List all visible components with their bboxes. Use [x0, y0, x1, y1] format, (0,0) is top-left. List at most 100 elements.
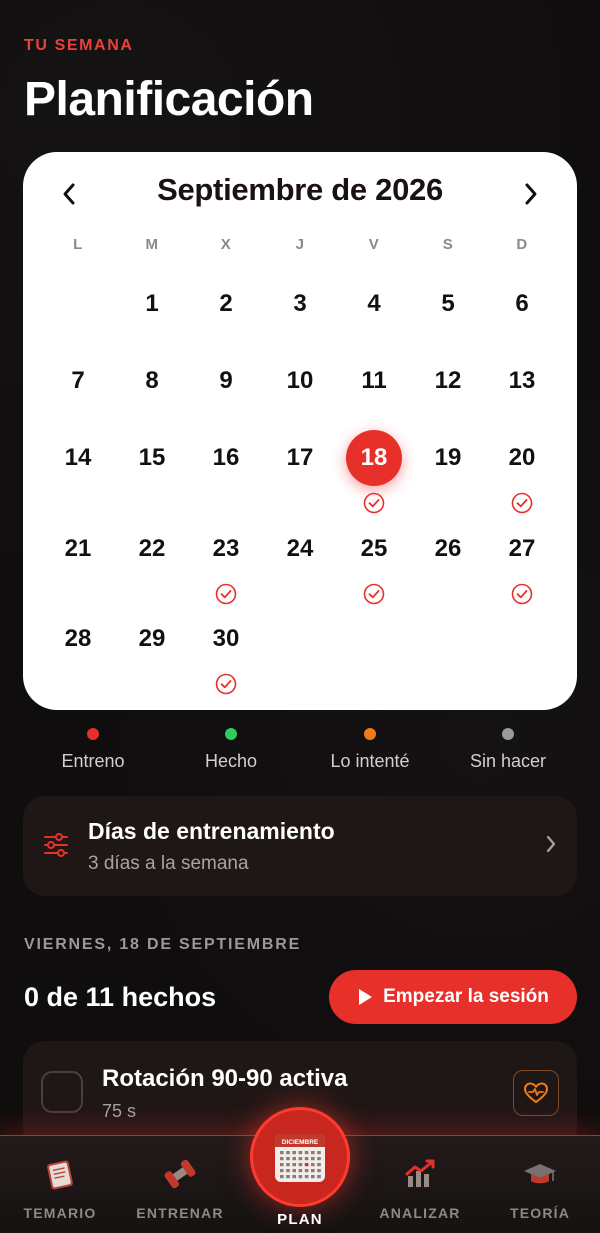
chart-icon [405, 1159, 435, 1187]
start-session-button[interactable]: Empezar la sesión [329, 970, 577, 1024]
exercise-duration: 75 s [102, 1101, 137, 1121]
calendar-day[interactable]: 29 [122, 611, 182, 667]
check-circle-icon [363, 583, 385, 605]
calendar-day[interactable]: 22 [122, 521, 182, 577]
weekday-label: J [295, 236, 305, 253]
calendar-day[interactable]: 15 [122, 430, 182, 486]
calendar-icon-cell [286, 1163, 290, 1167]
calendar-day[interactable]: 1 [122, 276, 182, 332]
calendar-icon-cell [317, 1157, 321, 1161]
day-number: 25 [360, 535, 388, 562]
calendar-icon-cell [292, 1169, 296, 1173]
legend-item: Sin hacer [448, 728, 568, 772]
day-number: 8 [145, 367, 159, 394]
day-number: 20 [508, 444, 536, 471]
calendar-day[interactable]: 6 [492, 276, 552, 332]
check-circle-icon [511, 492, 533, 514]
exercise-checkbox[interactable] [41, 1071, 83, 1113]
calendar-day[interactable]: 2 [196, 276, 256, 332]
day-number: 13 [508, 367, 536, 394]
day-number: 2 [219, 290, 233, 317]
weekday-label: L [73, 236, 83, 253]
calendar-day[interactable]: 4 [344, 276, 404, 332]
calendar-day[interactable]: 5 [418, 276, 478, 332]
calendar-day[interactable]: 23 [196, 521, 256, 577]
nav-item-temario[interactable]: TEMARIO [0, 1136, 120, 1233]
calendar-day-today[interactable]: 18 [344, 430, 404, 486]
check-circle-icon [215, 583, 237, 605]
calendar-icon-cell [304, 1151, 309, 1155]
calendar-day[interactable]: 26 [418, 521, 478, 577]
calendar-day[interactable]: 10 [270, 353, 330, 409]
nav-item-entrenar[interactable]: ENTRENAR [120, 1136, 240, 1233]
day-number: 9 [219, 367, 233, 394]
calendar-day[interactable]: 7 [48, 353, 108, 409]
day-number: 23 [212, 535, 240, 562]
play-icon [359, 989, 373, 1005]
calendar-icon-cell [286, 1157, 290, 1161]
calendar-day[interactable]: 9 [196, 353, 256, 409]
day-number: 1 [145, 290, 159, 317]
calendar-icon-cell [311, 1163, 315, 1167]
calendar-month-label: Septiembre de 2026 [157, 172, 443, 207]
book-icon [47, 1160, 73, 1190]
day-number: 12 [434, 367, 462, 394]
day-number: 6 [515, 290, 529, 317]
calendar-day[interactable]: 20 [492, 430, 552, 486]
day-number: 29 [138, 625, 166, 652]
calendar-day[interactable]: 8 [122, 353, 182, 409]
calendar-icon-cell [311, 1151, 315, 1155]
calendar-icon-cell [292, 1157, 296, 1161]
calendar-day[interactable]: 19 [418, 430, 478, 486]
calendar-icon-cell [292, 1151, 296, 1155]
next-month-button[interactable] [511, 174, 551, 214]
calendar-day[interactable]: 30 [196, 611, 256, 667]
chevron-right-icon [546, 835, 556, 853]
training-days-card[interactable]: Días de entrenamiento 3 días a la semana [23, 796, 577, 896]
calendar-day[interactable]: 17 [270, 430, 330, 486]
nav-item-analizar[interactable]: ANALIZAR [360, 1136, 480, 1233]
calendar-icon-cell [317, 1169, 321, 1173]
weekday-header: LMXJVSD [23, 236, 577, 256]
calendar-icon-cell [311, 1157, 315, 1161]
calendar-day[interactable]: 25 [344, 521, 404, 577]
check-circle-icon [363, 492, 385, 514]
calendar-day[interactable]: 11 [344, 353, 404, 409]
exercise-title: Rotación 90-90 activa [102, 1065, 348, 1092]
nav-item-plan[interactable]: DICIEMBRE [250, 1107, 350, 1207]
legend-item: Entreno [33, 728, 153, 772]
calendar-icon: DICIEMBRE [275, 1134, 325, 1182]
calendar-day[interactable]: 12 [418, 353, 478, 409]
day-number: 14 [64, 444, 92, 471]
day-number: 24 [286, 535, 314, 562]
exercise-health-button[interactable] [513, 1070, 559, 1116]
nav-label: ENTRENAR [136, 1205, 224, 1221]
legend-item: Lo intenté [310, 728, 430, 772]
weekday-label: V [368, 236, 380, 253]
day-number: 5 [441, 290, 455, 317]
session-progress: 0 de 11 hechos [24, 982, 217, 1012]
calendar-icon-cell [304, 1169, 309, 1173]
calendar-icon-cell [280, 1151, 284, 1155]
calendar-day[interactable]: 27 [492, 521, 552, 577]
calendar-icon-cell [292, 1163, 296, 1167]
day-number: 16 [212, 444, 240, 471]
calendar-day[interactable]: 13 [492, 353, 552, 409]
calendar-icon-cell [280, 1175, 284, 1179]
nav-item-teoria[interactable]: TEORÍA [480, 1136, 600, 1233]
calendar-day[interactable]: 14 [48, 430, 108, 486]
calendar-icon-cell [304, 1157, 309, 1161]
calendar-icon-text: DICIEMBRE [282, 1139, 319, 1146]
legend-label: Entreno [61, 751, 125, 771]
calendar-day[interactable]: 28 [48, 611, 108, 667]
calendar-icon-cell [280, 1157, 284, 1161]
calendar-day[interactable]: 24 [270, 521, 330, 577]
calendar-icon-cell [317, 1151, 321, 1155]
calendar-day[interactable]: 21 [48, 521, 108, 577]
legend-dot [364, 728, 376, 740]
day-number: 7 [71, 367, 85, 394]
calendar-icon-cell [286, 1175, 290, 1179]
calendar-day[interactable]: 3 [270, 276, 330, 332]
calendar-icon-cell [298, 1157, 303, 1161]
calendar-day[interactable]: 16 [196, 430, 256, 486]
